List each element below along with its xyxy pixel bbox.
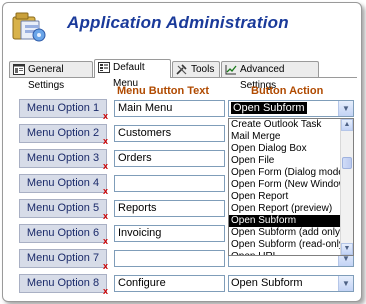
menu-option-7-button[interactable]: Menu Option 7 [19, 249, 107, 268]
button-action-heading: Button Action [251, 85, 324, 97]
menu-option-1-action-select[interactable]: Open Subform ▼ [228, 100, 354, 117]
scroll-up-icon[interactable]: ▲ [341, 119, 353, 131]
menu-option-7-text-field[interactable] [114, 250, 225, 267]
dropdown-option[interactable]: Open Report (preview) [229, 203, 340, 215]
dropdown-option[interactable]: Open Subform (add only) [229, 227, 340, 239]
menu-option-8-action-select[interactable]: Open Subform ▼ [228, 275, 354, 292]
menu-option-8-text-field[interactable]: Configure [114, 275, 225, 292]
menu-option-5-button[interactable]: Menu Option 5 [19, 199, 107, 218]
selected-action-value: Open Subform [231, 102, 307, 114]
tab-advanced-settings[interactable]: Advanced Settings [221, 61, 319, 91]
tab-tools[interactable]: Tools [172, 61, 220, 77]
dropdown-option[interactable]: Open Form (New Window) [229, 179, 340, 191]
remove-option-7-icon[interactable]: x [103, 261, 108, 271]
dropdown-scrollbar[interactable]: ▲ ▼ [340, 119, 353, 255]
application-window: Application Administration General Setti… [2, 2, 362, 302]
remove-option-8-icon[interactable]: x [103, 286, 108, 296]
menu-option-3-button[interactable]: Menu Option 3 [19, 149, 107, 168]
menu-option-1-text-field[interactable]: Main Menu [114, 100, 225, 117]
chart-icon [225, 65, 237, 75]
dropdown-option[interactable]: Open Report [229, 191, 340, 203]
remove-option-2-icon[interactable]: x [103, 136, 108, 146]
menu-option-3-text-field[interactable]: Orders [114, 150, 225, 167]
app-title: Application Administration [67, 13, 289, 32]
dropdown-option[interactable]: Open Form (Dialog mode) [229, 167, 340, 179]
remove-option-5-icon[interactable]: x [103, 211, 108, 221]
dropdown-option[interactable]: Open URL [229, 251, 340, 255]
tab-general-settings[interactable]: General Settings [9, 61, 93, 91]
tools-icon [176, 64, 187, 75]
menu-option-5-text-field[interactable]: Reports [114, 200, 225, 217]
tab-label: Tools [191, 64, 215, 75]
menu-option-4-button[interactable]: Menu Option 4 [19, 174, 107, 193]
dropdown-options: Create Outlook Task Mail Merge Open Dialog… [229, 119, 340, 255]
menu-option-8-button[interactable]: Menu Option 8 [19, 274, 107, 293]
dropdown-option[interactable]: Open Subform [229, 215, 340, 227]
remove-option-3-icon[interactable]: x [103, 161, 108, 171]
dropdown-option[interactable]: Open File [229, 155, 340, 167]
remove-option-1-icon[interactable]: x [103, 111, 108, 121]
dropdown-option[interactable]: Mail Merge [229, 131, 340, 143]
folder-app-icon [12, 12, 46, 42]
selected-action-value: Open Subform [231, 277, 303, 289]
settings-window-icon [13, 64, 25, 75]
menu-option-1-button[interactable]: Menu Option 1 [19, 99, 107, 118]
menu-option-4-text-field[interactable] [114, 175, 225, 192]
scrollbar-thumb[interactable] [342, 157, 352, 169]
button-action-dropdown-list[interactable]: Create Outlook Task Mail Merge Open Dialog… [228, 118, 354, 256]
menu-option-6-button[interactable]: Menu Option 6 [19, 224, 107, 243]
chevron-down-icon[interactable]: ▼ [338, 276, 353, 291]
menu-option-2-text-field[interactable]: Customers [114, 125, 225, 142]
dropdown-option[interactable]: Open Subform (read-only) [229, 239, 340, 251]
scroll-down-icon[interactable]: ▼ [341, 243, 353, 255]
tab-default-menu[interactable]: Default Menu [94, 59, 171, 89]
chevron-down-icon[interactable]: ▼ [338, 101, 353, 116]
dropdown-option[interactable]: Open Dialog Box [229, 143, 340, 155]
menu-option-2-button[interactable]: Menu Option 2 [19, 124, 107, 143]
remove-option-6-icon[interactable]: x [103, 236, 108, 246]
menu-option-6-text-field[interactable]: Invoicing [114, 225, 225, 242]
menu-form-icon [98, 62, 110, 73]
dropdown-option[interactable]: Create Outlook Task [229, 119, 340, 131]
remove-option-4-icon[interactable]: x [103, 186, 108, 196]
